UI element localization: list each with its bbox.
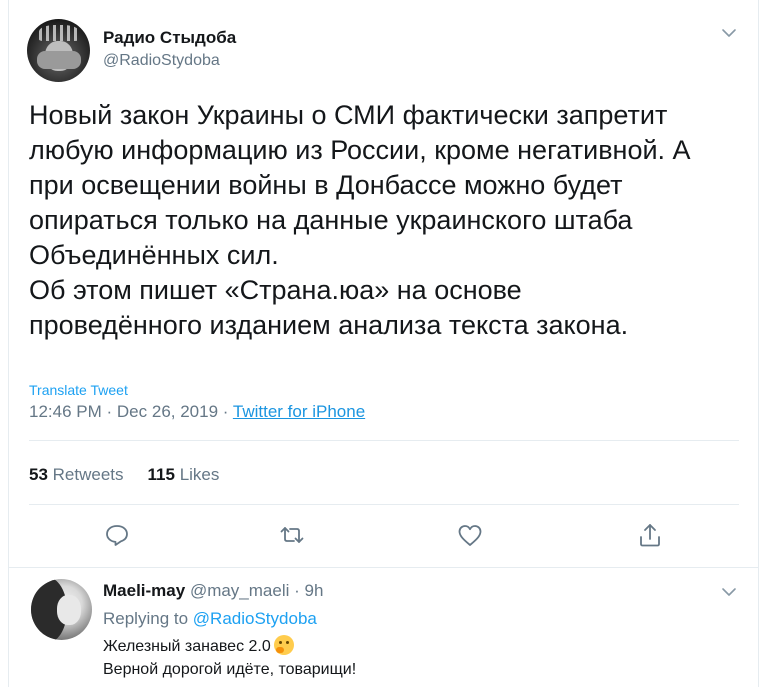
author-avatar[interactable] xyxy=(27,19,90,82)
avatar-face-shape xyxy=(57,595,81,625)
avatar-hands-shape xyxy=(37,51,81,69)
reply-author-avatar[interactable] xyxy=(31,579,92,640)
share-icon[interactable] xyxy=(635,520,665,550)
reply-author-name[interactable]: Maeli-may xyxy=(103,581,185,600)
reply-line-1-text: Железный занавес 2.0 xyxy=(103,638,271,655)
reply-text-line-2: Верной дорогой идёте, товарищи! xyxy=(103,661,357,678)
author-name[interactable]: Радио Стыдоба xyxy=(103,28,236,48)
tweet-date[interactable]: Dec 26, 2019 xyxy=(117,402,218,421)
tweet-metadata: 12:46 PM · Dec 26, 2019 · Twitter for iP… xyxy=(29,402,365,422)
reply-separator: · xyxy=(294,581,300,600)
main-tweet: Радио Стыдоба @RadioStydoba Новый закон … xyxy=(9,0,758,567)
reply-tweet[interactable]: Maeli-may @may_maeli · 9h Replying to @R… xyxy=(9,569,758,687)
reply-author-handle[interactable]: @may_maeli xyxy=(190,581,289,600)
retweets-stat[interactable]: 53 Retweets xyxy=(29,465,124,484)
tweet-stats: 53 Retweets 115 Likes xyxy=(29,465,219,485)
heart-icon[interactable] xyxy=(455,520,485,550)
retweets-count: 53 xyxy=(29,465,48,484)
retweets-label: Retweets xyxy=(52,465,124,484)
tweet-text: Новый закон Украины о СМИ фактически зап… xyxy=(29,100,691,340)
divider xyxy=(9,567,758,568)
comment-icon[interactable] xyxy=(102,520,132,550)
frame-right-border xyxy=(758,0,759,687)
chevron-down-icon[interactable] xyxy=(720,24,738,42)
reply-header: Maeli-may @may_maeli · 9h xyxy=(103,581,323,601)
retweet-icon[interactable] xyxy=(277,520,307,550)
likes-label: Likes xyxy=(179,465,220,484)
divider xyxy=(29,440,739,441)
replying-to-handle[interactable]: @RadioStydoba xyxy=(193,609,317,628)
translate-tweet-link[interactable]: Translate Tweet xyxy=(29,382,128,398)
reply-text-line-1: Железный занавес 2.0 xyxy=(103,635,294,656)
reply-time[interactable]: 9h xyxy=(305,581,324,600)
tweet-source-link[interactable]: Twitter for iPhone xyxy=(233,402,365,421)
tweet-time[interactable]: 12:46 PM xyxy=(29,402,102,421)
avatar-crown-shape xyxy=(39,25,79,41)
replying-to-label: Replying to xyxy=(103,609,189,628)
meta-separator: · xyxy=(222,402,229,421)
author-handle[interactable]: @RadioStydoba xyxy=(103,52,220,70)
thinking-face-icon xyxy=(273,635,294,655)
likes-stat[interactable]: 115 Likes xyxy=(148,465,220,484)
meta-separator: · xyxy=(106,402,113,421)
likes-count: 115 xyxy=(147,465,175,484)
replying-to: Replying to @RadioStydoba xyxy=(103,609,317,629)
divider xyxy=(29,504,739,505)
chevron-down-icon[interactable] xyxy=(720,583,738,601)
